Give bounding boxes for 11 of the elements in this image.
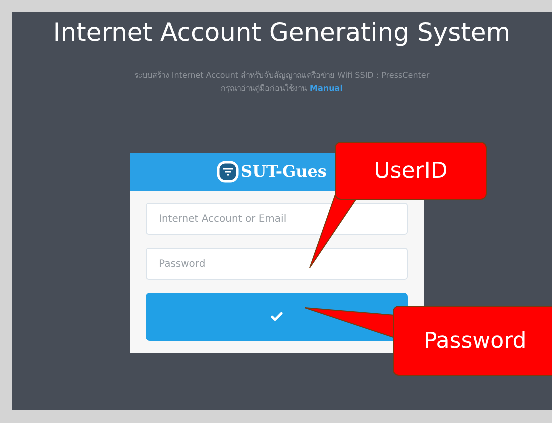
callout: UserID [335, 142, 487, 200]
brand-name: SUT-Gues [241, 161, 327, 183]
username-field[interactable]: Internet Account or Email [146, 203, 408, 235]
manual-link[interactable]: Manual [310, 82, 343, 95]
check-icon [270, 310, 284, 324]
page-title: Internet Account Generating System [53, 17, 511, 49]
description-text: ระบบสร้าง Internet Account สำหรับจับสัญญาณเครือข่าย Wifi SSID : PressCenter [134, 70, 430, 82]
password-field[interactable]: Password [146, 248, 408, 280]
instruction-text: กรุณาอ่านคู่มือก่อนใช้งาน [221, 82, 308, 95]
logo-icon [217, 161, 240, 183]
callout: Password [393, 306, 552, 376]
